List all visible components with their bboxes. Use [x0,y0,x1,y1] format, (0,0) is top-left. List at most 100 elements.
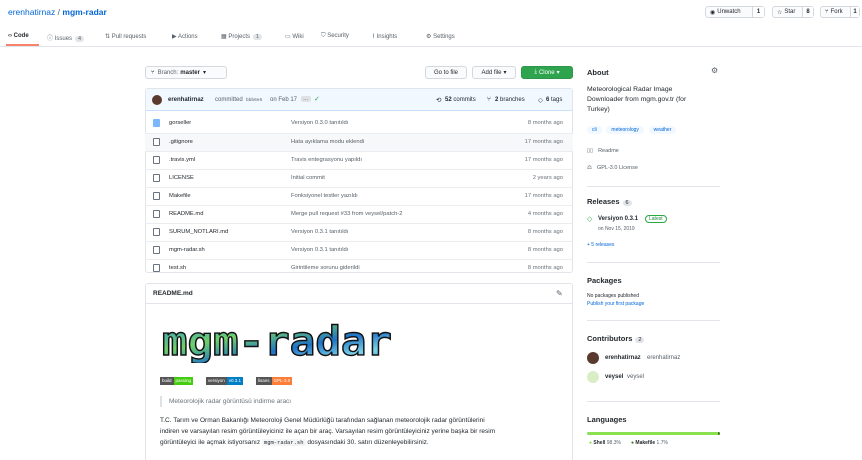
commits-link[interactable]: 52 commits [445,97,476,103]
file-commit-message[interactable]: Hata ayıklama modu eklendi [291,139,364,145]
tab-actions-label: Actions [177,34,198,40]
language-item[interactable]: ● Shell 98.3% [589,440,621,446]
tab-security[interactable]: ⛉ Security [321,33,349,40]
go-to-file-button[interactable]: Go to file [425,66,467,79]
file-row[interactable]: LICENSE Initial commit 2 years ago [145,169,573,187]
file-name[interactable]: gorseller [169,120,191,126]
tab-pull-requests[interactable]: ⇅ Pull requests [105,33,146,40]
branch-name: master [180,69,200,76]
language-name: Shell [593,440,606,446]
sidebar-divider [587,320,720,321]
clone-button[interactable]: ⤓ Clone ▾ [521,66,573,79]
file-name[interactable]: Makefile [169,193,191,199]
language-bar [587,432,720,435]
commit-expand-button[interactable]: … [301,96,311,102]
avatar[interactable] [587,371,599,383]
branch-select[interactable]: ⑂ Branch: master ▾ [145,66,227,79]
tab-projects[interactable]: ▦ Projects 1 [221,33,263,40]
file-row[interactable]: .travis.yml Travis entegrasyonu yapıldı … [145,151,573,169]
pencil-icon[interactable]: ✎ [556,289,563,298]
file-commit-message[interactable]: Merge pull request #33 from veysel/patch… [291,211,403,217]
file-name[interactable]: SURUM_NOTLARI.md [169,229,228,235]
tab-wiki[interactable]: ▭ Wiki [285,33,304,40]
tags-label: tags [551,97,563,103]
file-commit-message[interactable]: Fonksiyonel testler yazıldı [291,193,358,199]
file-commit-message[interactable]: Versiyon 0.3.1 tanıtıldı [291,229,348,235]
avatar[interactable] [152,95,162,105]
unwatch-button[interactable]: ◉ Unwatch 1 [705,6,765,18]
file-row[interactable]: .gitignore Hata ayıklama modu eklendi 17… [145,133,573,151]
readme-line-start: görüntüleyici ile açmak istiyorsanız [160,439,261,446]
tab-issues[interactable]: ⓘ Issues 4 [47,33,85,42]
license-badge[interactable]: lisans GPL-3.0 [256,377,293,385]
branch-icon: ⑂ [487,96,491,103]
file-commit-message[interactable]: Versiyon 0.3.1 tanıtıldı [291,247,348,253]
unwatch-count: 1 [752,7,764,17]
file-age: 17 months ago [524,193,563,199]
gear-icon: ⚙ [426,34,432,40]
unwatch-label: Unwatch [717,9,741,15]
contributor-login[interactable]: erenhatirnaz [605,355,641,361]
repo-owner-link[interactable]: erenhatirnaz [8,7,55,17]
tab-insights-label: Insights [376,34,398,40]
file-name[interactable]: LICENSE [169,175,194,181]
star-button[interactable]: ☆ Star 8 [772,6,814,18]
file-commit-message[interactable]: Initial commit [291,175,325,181]
readme-link[interactable]: ▯▯ Readme [587,148,619,154]
check-icon[interactable]: ✓ [314,95,320,103]
topic-tag[interactable]: meteorology [606,126,644,134]
packages-title[interactable]: Packages [587,276,622,285]
file-name[interactable]: README.md [169,211,203,217]
clone-label: Clone [538,69,555,76]
gear-icon[interactable]: ⚙ [711,66,718,75]
publish-package-link[interactable]: Publish your first package [587,301,644,307]
repo-title: erenhatirnaz / mgm-radar [8,7,107,17]
topic-tag[interactable]: weather [648,126,677,134]
more-releases-link[interactable]: + 5 releases [587,242,614,248]
avatar[interactable] [587,352,599,364]
build-badge[interactable]: build passing [160,377,194,385]
add-file-button[interactable]: Add file ▾ [472,66,516,79]
tags-link[interactable]: 6 tags [546,97,562,103]
file-name[interactable]: .gitignore [169,139,193,145]
license-badge-right: GPL-3.0 [271,377,293,385]
file-icon [153,192,160,200]
file-row[interactable]: gorseller Versiyon 0.3.0 tanıtıldı 8 mon… [145,115,573,133]
tab-insights[interactable]: ⌇ Insights [372,33,397,40]
readme-quote: Meteorolojik radar görüntüsü indirme ara… [160,396,291,407]
sidebar-divider [587,401,720,402]
contributors-title-label: Contributors [587,334,633,343]
file-commit-message[interactable]: Travis entegrasyonu yapıldı [291,157,362,163]
contributor-login[interactable]: veysel [605,374,623,380]
shield-icon: ⛉ [321,33,326,39]
contributors-title[interactable]: Contributors 2 [587,334,645,343]
tab-actions[interactable]: ▶ Actions [172,33,198,40]
fork-button[interactable]: ⑂ Fork 1 [820,6,860,18]
releases-title[interactable]: Releases 6 [587,197,632,206]
commit-hash[interactable]: bbb6e6 [246,98,262,103]
file-row[interactable]: Makefile Fonksiyonel testler yazıldı 17 … [145,187,573,205]
file-name[interactable]: test.sh [169,265,186,271]
commit-author[interactable]: erenhatirnaz [168,97,204,103]
file-row[interactable]: SURUM_NOTLARI.md Versiyon 0.3.1 tanıtıld… [145,223,573,241]
file-commit-message[interactable]: Girintileme sorunu giderildi [291,265,360,271]
branch-icon: ⑂ [151,69,155,76]
latest-release-link[interactable]: Versiyon 0.3.1 [598,216,638,222]
file-name[interactable]: mgm-radar.sh [169,247,205,253]
tab-security-label: Security [327,33,349,39]
file-commit-message[interactable]: Versiyon 0.3.0 tanıtıldı [291,120,348,126]
readme-line: T.C. Tarım ve Orman Bakanlığı Meteoroloj… [160,417,485,424]
branches-link[interactable]: 2 branches [495,97,525,103]
file-row[interactable]: test.sh Girintileme sorunu giderildi 8 m… [145,259,573,273]
version-badge[interactable]: versiyon v0.3.1 [206,377,244,385]
file-name[interactable]: .travis.yml [169,157,195,163]
tab-code[interactable]: ‹› Code [8,33,29,39]
file-row[interactable]: README.md Merge pull request #33 from ve… [145,205,573,223]
topic-tag[interactable]: cli [587,126,602,134]
language-percent: 98.3% [606,440,621,446]
repo-name-link[interactable]: mgm-radar [62,7,106,17]
language-item[interactable]: ● Makefile 1.7% [631,440,668,446]
license-link[interactable]: ⚖ GPL-3.0 License [587,165,638,171]
tab-settings[interactable]: ⚙ Settings [426,33,455,40]
file-row[interactable]: mgm-radar.sh Versiyon 0.3.1 tanıtıldı 8 … [145,241,573,259]
